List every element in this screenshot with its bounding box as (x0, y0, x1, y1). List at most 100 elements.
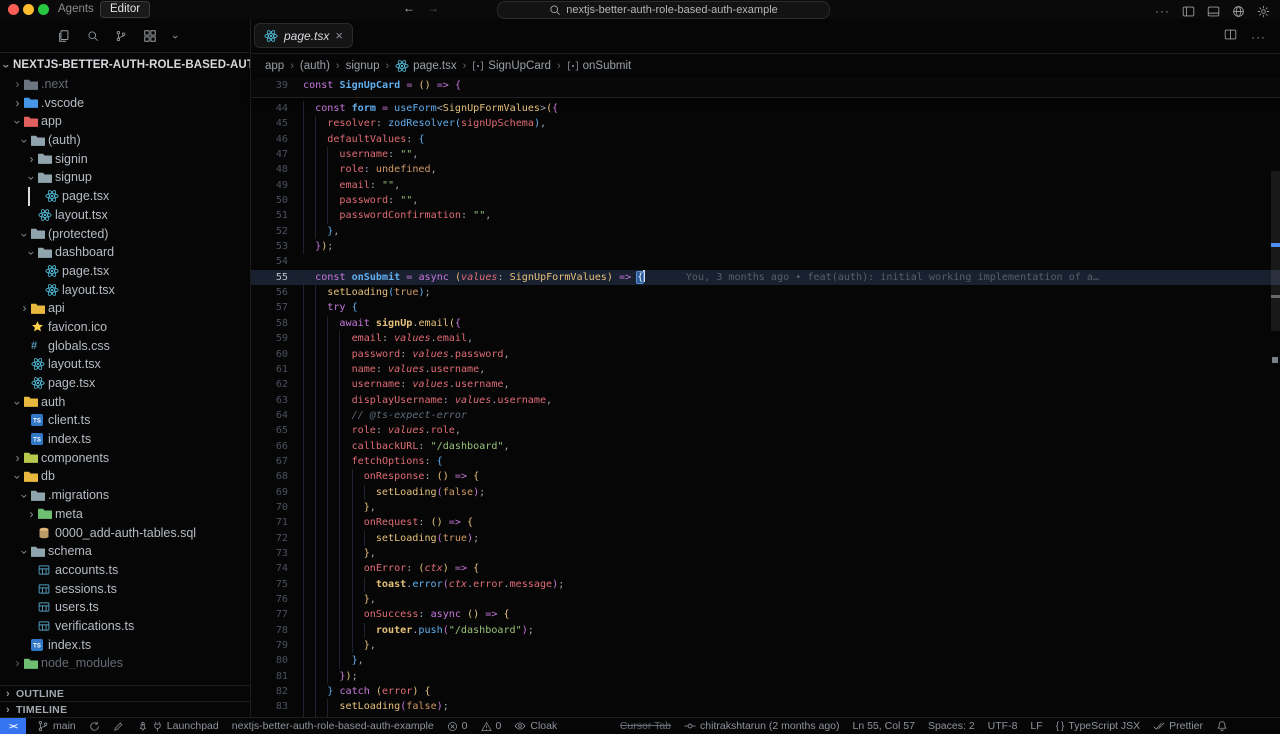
maximize-window-button[interactable] (38, 4, 49, 15)
more-actions-icon[interactable]: ··· (1251, 28, 1266, 46)
menu-agents[interactable]: Agents (58, 2, 94, 17)
code-line-63[interactable]: 63 displayUsername: values.username, (251, 393, 1280, 408)
code-line-64[interactable]: 64 // @ts-expect-error (251, 408, 1280, 423)
close-window-button[interactable] (8, 4, 19, 15)
code-line-74[interactable]: 74 onError: (ctx) => { (251, 561, 1280, 576)
sticky-scroll-line[interactable]: 39const SignUpCard = () => { (251, 78, 1280, 98)
tree-item-index.ts[interactable]: TSindex.ts (0, 430, 250, 449)
tree-item-schema[interactable]: ›schema (0, 542, 250, 561)
status-edit-indicator[interactable] (113, 721, 124, 732)
branch-icon[interactable] (115, 30, 127, 42)
tree-item-layout.tsx[interactable]: layout.tsx (0, 280, 250, 299)
status-project-name[interactable]: nextjs-better-auth-role-based-auth-examp… (232, 720, 434, 732)
status-cursor-position[interactable]: Ln 55, Col 57 (853, 720, 915, 732)
status-cursor-tab-toggle[interactable]: Cursor Tab (620, 720, 671, 732)
breadcrumb-item-signupcard[interactable]: SignUpCard (472, 60, 551, 72)
code-line-59[interactable]: 59 email: values.email, (251, 331, 1280, 346)
tree-item-auth[interactable]: ›auth (0, 392, 250, 411)
code-line-69[interactable]: 69 setLoading(false); (251, 485, 1280, 500)
tab-close-icon[interactable]: × (335, 31, 343, 41)
tree-item-0000-add-auth-tables.sql[interactable]: 0000_add-auth-tables.sql (0, 523, 250, 542)
tree-item--auth-[interactable]: ›(auth) (0, 131, 250, 150)
status-notifications[interactable] (1216, 720, 1228, 732)
code-line-68[interactable]: 68 onResponse: () => { (251, 469, 1280, 484)
code-line-44[interactable]: 44 const form = useForm<SignUpFormValues… (251, 101, 1280, 116)
code-line-49[interactable]: 49 email: "", (251, 178, 1280, 193)
code-line-75[interactable]: 75 toast.error(ctx.error.message); (251, 577, 1280, 592)
status-errors-count[interactable]: 0 (447, 720, 468, 732)
breadcrumb-item-app[interactable]: app (265, 60, 284, 72)
code-line-47[interactable]: 47 username: "", (251, 147, 1280, 162)
code-line-81[interactable]: 81 }); (251, 669, 1280, 684)
code-line-60[interactable]: 60 password: values.password, (251, 347, 1280, 362)
tree-item-api[interactable]: ›api (0, 299, 250, 318)
tree-item-dashboard[interactable]: ›dashboard (0, 243, 250, 262)
nav-back-icon[interactable]: ← (403, 1, 415, 15)
nav-forward-icon[interactable]: → (427, 1, 439, 15)
tree-item-verifications.ts[interactable]: verifications.ts (0, 617, 250, 636)
status-eol[interactable]: LF (1030, 720, 1042, 732)
tab-page-tsx[interactable]: page.tsx × (254, 23, 353, 48)
outline-section[interactable]: › OUTLINE (0, 685, 250, 702)
command-search-bar[interactable]: nextjs-better-auth-role-based-auth-examp… (497, 1, 830, 19)
tree-item-app[interactable]: ›app (0, 112, 250, 131)
code-line-55[interactable]: 55 const onSubmit = async (values: SignU… (251, 270, 1280, 285)
code-line-50[interactable]: 50 password: "", (251, 193, 1280, 208)
globe-icon[interactable] (1232, 5, 1245, 18)
tree-item-.vscode[interactable]: ›.vscode (0, 93, 250, 112)
code-line-73[interactable]: 73 }, (251, 546, 1280, 561)
tree-item-index.ts[interactable]: TSindex.ts (0, 635, 250, 654)
code-line-62[interactable]: 62 username: values.username, (251, 377, 1280, 392)
code-line-66[interactable]: 66 callbackURL: "/dashboard", (251, 439, 1280, 454)
code-line-71[interactable]: 71 onRequest: () => { (251, 515, 1280, 530)
status-formatter[interactable]: Prettier (1153, 720, 1203, 732)
code-line-65[interactable]: 65 role: values.role, (251, 423, 1280, 438)
tree-item--protected-[interactable]: ›(protected) (0, 224, 250, 243)
status-remote-indicator[interactable]: >< (0, 718, 26, 734)
code-line-83[interactable]: 83 setLoading(false); (251, 699, 1280, 714)
code-line-56[interactable]: 56 setLoading(true); (251, 285, 1280, 300)
code-line-54[interactable]: 54 (251, 254, 1280, 269)
code-line-57[interactable]: 57 try { (251, 300, 1280, 315)
code-area[interactable]: 44 const form = useForm<SignUpFormValues… (251, 98, 1280, 718)
tree-item-meta[interactable]: ›meta (0, 505, 250, 524)
tree-item-page.tsx[interactable]: page.tsx (0, 187, 250, 206)
tree-item-db[interactable]: ›db (0, 467, 250, 486)
gear-icon[interactable] (1257, 5, 1270, 18)
tree-item-favicon.ico[interactable]: favicon.ico (0, 318, 250, 337)
code-line-52[interactable]: 52 }, (251, 224, 1280, 239)
timeline-section[interactable]: › TIMELINE (0, 701, 250, 718)
breadcrumb-item-page-tsx[interactable]: page.tsx (395, 59, 456, 73)
tree-item-signin[interactable]: ›signin (0, 149, 250, 168)
code-line-79[interactable]: 79 }, (251, 638, 1280, 653)
ellipsis-icon[interactable]: ··· (1155, 2, 1170, 20)
tree-item-node-modules[interactable]: ›node_modules (0, 654, 250, 669)
tree-item-page.tsx[interactable]: page.tsx (0, 374, 250, 393)
chevron-down-icon[interactable]: › (173, 27, 177, 45)
code-line-78[interactable]: 78 router.push("/dashboard"); (251, 623, 1280, 638)
code-line-61[interactable]: 61 name: values.username, (251, 362, 1280, 377)
status-encoding[interactable]: UTF-8 (988, 720, 1018, 732)
scrollbar-thumb[interactable] (1271, 171, 1280, 331)
tree-item-page.tsx[interactable]: page.tsx (0, 262, 250, 281)
code-line-67[interactable]: 67 fetchOptions: { (251, 454, 1280, 469)
tree-item-layout.tsx[interactable]: layout.tsx (0, 355, 250, 374)
menu-editor[interactable]: Editor (100, 1, 150, 18)
panel-bottom-icon[interactable] (1207, 5, 1220, 18)
code-line-77[interactable]: 77 onSuccess: async () => { (251, 607, 1280, 622)
status-git-branch[interactable]: main (37, 720, 76, 732)
status-last-commit[interactable]: chitrakshtarun (2 months ago) (684, 720, 839, 732)
status-cloak[interactable]: Cloak (514, 720, 557, 732)
code-line-51[interactable]: 51 passwordConfirmation: "", (251, 208, 1280, 223)
breadcrumb-item-signup[interactable]: signup (346, 60, 380, 72)
code-line-82[interactable]: 82 } catch (error) { (251, 684, 1280, 699)
status-indentation[interactable]: Spaces: 2 (928, 720, 975, 732)
tree-item-client.ts[interactable]: TSclient.ts (0, 411, 250, 430)
tree-item-signup[interactable]: ›signup (0, 168, 250, 187)
status-git-sync[interactable] (89, 721, 100, 732)
editor-scrollbar[interactable] (1270, 19, 1280, 718)
tree-item-.next[interactable]: ›.next (0, 75, 250, 94)
tree-item-layout.tsx[interactable]: layout.tsx (0, 206, 250, 225)
status-launchpad[interactable]: Launchpad (137, 720, 219, 732)
code-line-72[interactable]: 72 setLoading(true); (251, 531, 1280, 546)
